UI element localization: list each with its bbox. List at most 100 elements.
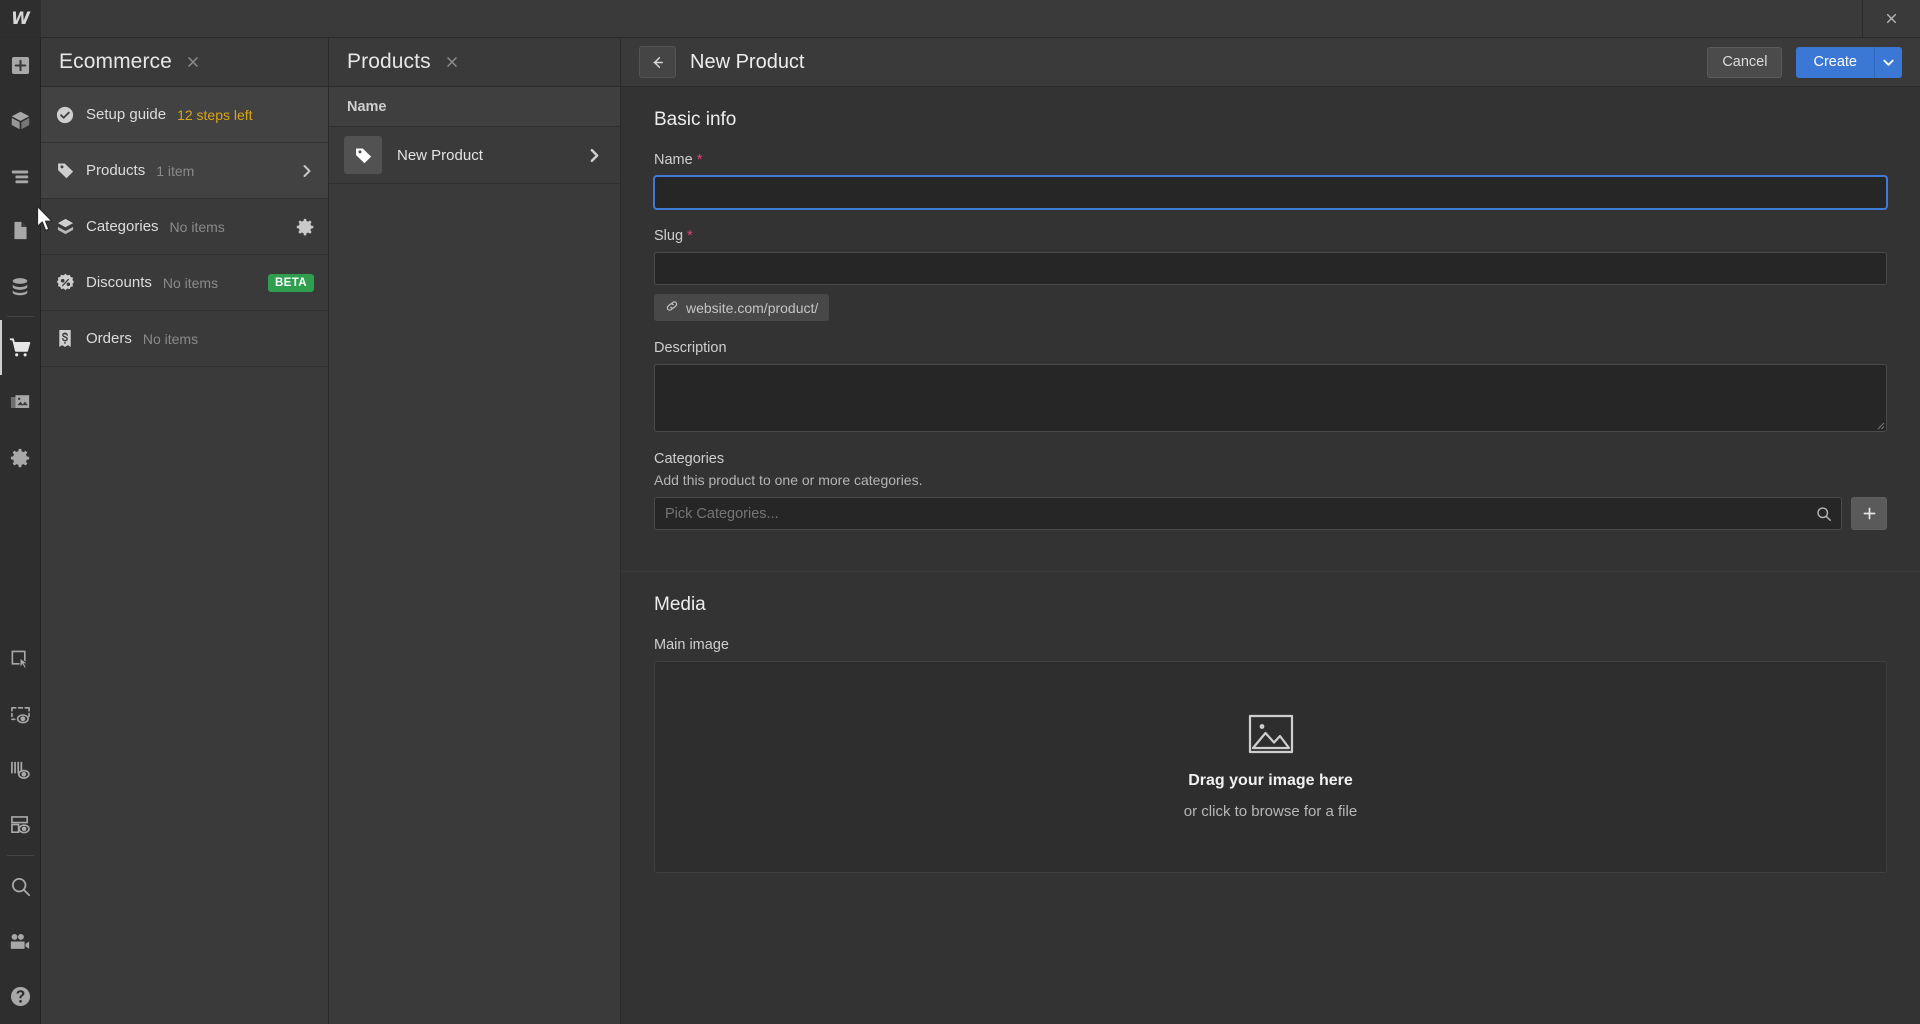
section-media: Media Main image Drag your image here or…	[621, 571, 1920, 914]
video-tutorials-icon[interactable]	[0, 914, 41, 969]
label-text: Description	[654, 340, 727, 356]
product-editor: New Product Cancel Create Basic info Nam…	[621, 38, 1920, 1024]
editor-header: New Product Cancel Create	[621, 38, 1920, 87]
product-list-item[interactable]: New Product	[329, 127, 620, 184]
ecommerce-panel: Ecommerce Setup guide 12 steps left Prod…	[41, 38, 329, 1024]
ecom-row-label: Products	[86, 162, 146, 179]
section-basic-info: Basic info Name * Slug * website.com/pro…	[621, 87, 1920, 571]
chevron-right-icon[interactable]	[300, 164, 314, 178]
receipt-dollar-icon	[55, 329, 75, 348]
pages-document-icon[interactable]	[0, 203, 41, 258]
label-text: Main image	[654, 637, 729, 653]
close-icon[interactable]	[185, 54, 201, 70]
left-toolbar	[0, 38, 41, 1024]
label-text: Categories	[654, 451, 725, 467]
add-icon[interactable]	[0, 38, 41, 93]
description-wrap	[654, 364, 1887, 432]
categories-help-text: Add this product to one or more categori…	[654, 472, 923, 488]
ecommerce-panel-header: Ecommerce	[41, 38, 328, 87]
field-slug: Slug * website.com/product/	[654, 228, 1887, 321]
setup-steps-left: 12 steps left	[177, 106, 253, 123]
product-name: New Product	[397, 146, 483, 164]
navigator-layers-icon[interactable]	[0, 148, 41, 203]
section-title: Media	[654, 594, 706, 615]
required-marker: *	[696, 151, 703, 168]
cms-database-icon[interactable]	[0, 258, 41, 313]
create-button-group: Create	[1796, 46, 1902, 78]
products-count: 1 item	[156, 162, 195, 179]
editor-scroll-area[interactable]: Basic info Name * Slug * website.com/pro…	[621, 87, 1920, 1024]
label-text: Name	[654, 152, 693, 168]
slug-base-url: website.com/product/	[686, 299, 819, 316]
categories-input[interactable]	[654, 497, 1842, 530]
app-window: W Ecommerce Setup guide 12 steps left Pr…	[0, 0, 1920, 1024]
ecom-row-setup-guide[interactable]: Setup guide 12 steps left	[41, 87, 328, 143]
close-icon[interactable]	[1862, 0, 1920, 37]
assets-images-icon[interactable]	[0, 375, 41, 430]
field-label-description: Description	[654, 340, 1887, 356]
ecom-row-orders[interactable]: Orders No items	[41, 311, 328, 367]
settings-gear-icon[interactable]	[0, 430, 41, 485]
ecom-row-label: Orders	[86, 330, 132, 347]
products-panel-header: Products	[329, 38, 620, 87]
field-label-categories: Categories	[654, 451, 1887, 467]
ecom-row-products[interactable]: Products 1 item	[41, 143, 328, 199]
ecom-row-discounts[interactable]: Discounts No items BETA	[41, 255, 328, 311]
components-cube-icon[interactable]	[0, 93, 41, 148]
description-textarea[interactable]	[654, 364, 1887, 432]
tag-icon	[344, 136, 382, 174]
field-label-main-image: Main image	[654, 637, 1887, 653]
discounts-count: No items	[162, 274, 219, 291]
webflow-logo: W	[0, 0, 41, 37]
element-preview-icon[interactable]	[0, 687, 41, 742]
search-icon[interactable]	[0, 859, 41, 914]
ecom-row-categories[interactable]: Categories No items	[41, 199, 328, 255]
back-button[interactable]	[639, 46, 676, 78]
chevron-down-icon[interactable]	[1874, 46, 1902, 78]
dropzone-subtitle: or click to browse for a file	[1183, 803, 1358, 820]
products-panel: Products Name New Product	[329, 38, 621, 1024]
products-column-header: Name	[329, 87, 620, 127]
slug-url-chip: website.com/product/	[654, 294, 830, 321]
page-title: New Product	[690, 50, 805, 73]
audit-bars-icon[interactable]	[0, 742, 41, 797]
field-categories: Categories Add this product to one or mo…	[654, 451, 1887, 530]
add-category-button[interactable]	[1851, 497, 1887, 530]
dropzone-title: Drag your image here	[1188, 772, 1353, 789]
check-circle-icon	[55, 106, 75, 124]
selection-arrow-icon[interactable]	[0, 632, 41, 687]
ecom-row-label: Setup guide	[86, 106, 167, 123]
tag-icon	[55, 161, 75, 180]
products-panel-title: Products	[347, 50, 431, 73]
name-input[interactable]	[654, 176, 1887, 209]
field-description: Description	[654, 340, 1887, 432]
rail-divider-2	[6, 855, 34, 856]
column-header-name: Name	[347, 98, 387, 115]
category-box-icon	[55, 217, 75, 236]
ecommerce-cart-icon[interactable]	[0, 320, 41, 375]
section-title: Basic info	[654, 109, 737, 130]
categories-count: No items	[169, 218, 225, 235]
field-main-image: Main image Drag your image here or click…	[654, 637, 1887, 873]
slug-input[interactable]	[654, 252, 1887, 285]
categories-input-wrap	[654, 497, 1842, 530]
ecommerce-panel-title: Ecommerce	[59, 50, 172, 73]
main-image-dropzone[interactable]: Drag your image here or click to browse …	[654, 661, 1887, 873]
title-bar: W	[0, 0, 1920, 38]
field-label-slug: Slug *	[654, 228, 1887, 244]
required-marker: *	[687, 227, 693, 244]
chevron-right-icon[interactable]	[587, 148, 602, 163]
cancel-button[interactable]: Cancel	[1707, 46, 1783, 78]
create-button[interactable]: Create	[1796, 46, 1874, 78]
label-text: Slug	[654, 228, 684, 244]
help-question-icon[interactable]	[0, 969, 41, 1024]
orders-count: No items	[142, 330, 199, 347]
settings-gear-icon[interactable]	[296, 218, 314, 236]
ecom-row-label: Discounts	[86, 274, 152, 291]
layout-preview-icon[interactable]	[0, 797, 41, 852]
title-bar-spacer	[41, 0, 1862, 37]
image-placeholder-icon	[1248, 714, 1294, 759]
rail-divider	[6, 316, 34, 317]
close-icon[interactable]	[444, 54, 460, 70]
field-name: Name *	[654, 152, 1887, 209]
